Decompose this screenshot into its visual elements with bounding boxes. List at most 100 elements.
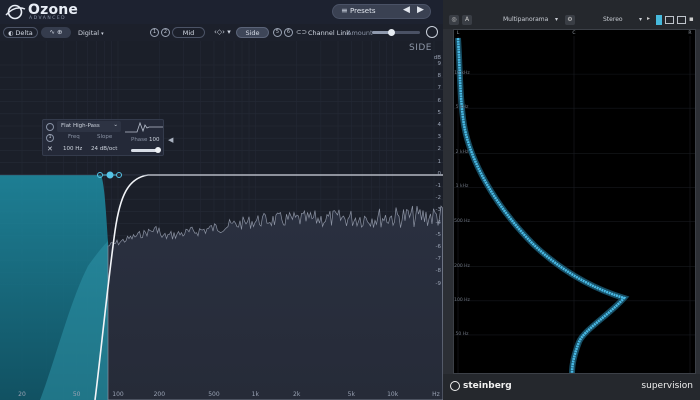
settings-icon[interactable]: ◎: [449, 15, 459, 25]
filter-type-select[interactable]: Flat High-Pass ⌄: [57, 121, 121, 132]
freq-tick-label: 2k: [293, 391, 301, 398]
band-number-badge: 1: [46, 134, 54, 142]
sv-freq-label: 2 kHz: [455, 150, 469, 156]
meter-icon[interactable]: [656, 15, 662, 25]
slope-label: Slope: [97, 134, 113, 140]
band-2-button[interactable]: 2: [161, 28, 170, 37]
chevron-down-icon: ⌄: [113, 122, 118, 128]
band-1-button[interactable]: 1: [150, 28, 159, 37]
phase-slider-knob[interactable]: [155, 147, 161, 153]
ozone-plugin: Ozone ADVANCED ≡ Presets ◀ ▶ ◐ Delta ∿ ⊕…: [0, 0, 443, 400]
module-select[interactable]: Multipanorama ▾: [499, 15, 563, 25]
mode-label: Digital: [78, 29, 100, 37]
presets-bar[interactable]: ≡ Presets ◀ ▶: [332, 4, 431, 19]
a-b-icon[interactable]: A: [462, 15, 472, 25]
sv-freq-label: 1 kHz: [455, 184, 469, 190]
link-icon: ⊂⊃: [296, 28, 307, 36]
multipanorama-display: L C R 10 kHz 5 kHz 2 kHz 1 kHz 500 Hz 200 Hz 1…: [453, 29, 696, 374]
presets-label: Presets: [350, 7, 376, 15]
db-tick-label: 9: [437, 61, 442, 67]
mode-select[interactable]: Stereo ▾: [601, 15, 645, 25]
db-tick-label: 3: [437, 134, 442, 141]
amount-slider-knob[interactable]: [388, 29, 396, 36]
freq-tick-label: Hz: [432, 391, 440, 398]
ozone-header: Ozone ADVANCED ≡ Presets ◀ ▶: [0, 0, 443, 24]
db-tick-label: 2: [437, 146, 442, 153]
db-tick-label: 8: [437, 73, 442, 80]
phase-slider[interactable]: [131, 147, 161, 153]
freq-label: Freq: [68, 134, 80, 140]
db-tick-label: -4: [435, 219, 441, 226]
band-5-button[interactable]: 5: [273, 28, 282, 37]
layout-icon[interactable]: [677, 16, 686, 24]
eq-graph[interactable]: SIDE dB 9 8 7 6 5 4 3 2 1 0 -1 -2 -3 -4 -5 -6 -7 -8 -9 20 5…: [0, 41, 443, 400]
wave-icon: ∿: [49, 28, 55, 36]
band-settings-panel: Flat High-Pass ⌄ 1 Freq Slope Phase 100 …: [42, 119, 164, 156]
mode-label: Stereo: [603, 16, 623, 23]
freq-tick-label: 5k: [347, 391, 355, 398]
db-tick-label: 1: [437, 158, 442, 165]
split-left-icon[interactable]: ▸: [647, 15, 655, 25]
power-icon[interactable]: [426, 26, 438, 38]
freq-tick-label: 10k: [387, 391, 399, 398]
channel-label: SIDE: [409, 43, 432, 53]
close-icon[interactable]: ✕: [47, 145, 53, 153]
supervision-header: ◎ A Multipanorama ▾ ⚙ Stereo ▾ ▸ ▪: [443, 0, 700, 29]
supervision-footer: steinberg supervision: [443, 374, 700, 400]
globe-icon: ⊕: [57, 28, 63, 36]
mid-button[interactable]: Mid: [172, 27, 205, 38]
db-tick-label: 4: [437, 122, 442, 128]
brand-name: steinberg: [463, 381, 512, 391]
db-tick-label: -3: [435, 207, 441, 214]
previous-preset-icon[interactable]: ◀: [403, 5, 410, 15]
freq-tick-label: 100: [112, 391, 124, 398]
sv-freq-label: 500 Hz: [454, 218, 470, 224]
window-icon[interactable]: [665, 16, 674, 24]
db-tick-label: -6: [435, 244, 441, 250]
freq-tick-label: 50: [72, 391, 81, 398]
amount-label: Amount: [347, 29, 373, 37]
freq-tick-label: 1k: [251, 391, 259, 398]
multipanorama-canvas: [454, 36, 695, 374]
sv-freq-label: 100 Hz: [454, 297, 470, 303]
sv-freq-label: 5 kHz: [455, 105, 469, 111]
band-enable-toggle[interactable]: [46, 123, 54, 131]
ozone-logo-icon: [5, 4, 26, 20]
channel-center-label: C: [572, 31, 576, 36]
collapse-panel-icon[interactable]: ◀: [168, 136, 173, 144]
freq-tick-label: 20: [18, 391, 26, 398]
slope-value[interactable]: 24 dB/oct: [91, 146, 117, 152]
side-button[interactable]: Side: [236, 27, 269, 38]
freq-value[interactable]: 100 Hz: [63, 146, 82, 152]
db-tick-label: -9: [435, 280, 441, 287]
app-window: Ozone ADVANCED ≡ Presets ◀ ▶ ◐ Delta ∿ ⊕…: [0, 0, 700, 400]
db-tick-label: -1: [435, 183, 441, 189]
chevron-down-icon: ▾: [639, 16, 643, 23]
amount-slider[interactable]: [372, 29, 420, 36]
module-settings-icon[interactable]: ⚙: [565, 15, 575, 25]
eq-graph-canvas: [0, 41, 443, 400]
supervision-plugin: ◎ A Multipanorama ▾ ⚙ Stereo ▾ ▸ ▪ L C R…: [443, 0, 700, 400]
delta-label: Delta: [15, 29, 33, 37]
eq-mode-toggle[interactable]: ∿ ⊕: [41, 27, 71, 38]
module-label: Multipanorama: [503, 16, 549, 23]
channel-link-label: Channel Link: [308, 29, 351, 37]
side-spectrum: [107, 205, 443, 400]
delta-button[interactable]: ◐ Delta: [3, 27, 38, 38]
mode-select[interactable]: Digital ▾: [78, 29, 104, 37]
db-tick-label: -2: [435, 195, 441, 202]
chevron-down-icon: ▾: [555, 16, 559, 23]
stereo-mode-icon[interactable]: ‹◇› ▾: [214, 28, 231, 36]
close-icon[interactable]: ▪: [689, 15, 694, 23]
channel-right-label: R: [688, 31, 692, 36]
phase-label: Phase: [131, 137, 148, 143]
sv-freq-label: 10 kHz: [454, 71, 470, 77]
eq-toolbar: ◐ Delta ∿ ⊕ Digital ▾ 1 2 Mid ‹◇› ▾ Side…: [0, 24, 443, 41]
steinberg-logo-icon: [450, 381, 460, 391]
app-edition: ADVANCED: [29, 16, 67, 21]
db-tick-label: 6: [437, 97, 442, 104]
filter-type-label: Flat High-Pass: [61, 123, 100, 129]
band-6-button[interactable]: 6: [284, 28, 293, 37]
next-preset-icon[interactable]: ▶: [417, 5, 424, 15]
pan-trace-glow: [455, 37, 630, 374]
